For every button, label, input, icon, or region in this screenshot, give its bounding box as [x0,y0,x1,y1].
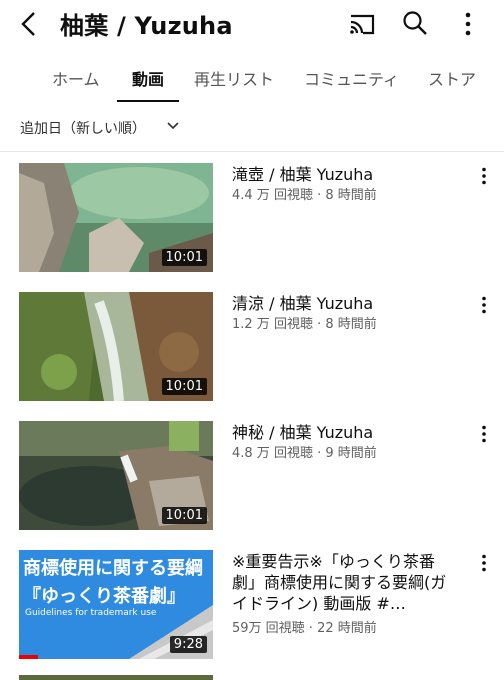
watch-progress-bar [19,655,39,659]
video-duration: 9:28 [169,636,207,653]
video-duration: 10:01 [161,507,207,524]
sort-dropdown[interactable]: 追加日（新しい順） [20,118,146,138]
video-item[interactable]: 10:01 清涼 / 柚葉 Yuzuha 1.2 万 回視聴 · 8 時間前 [0,292,504,402]
video-item[interactable]: 商標使用に関する要綱 『ゆっくり茶番劇』 Guidelines for trad… [0,550,504,680]
thumbnail-text: 商標使用に関する要綱 [23,558,203,579]
more-vert-icon[interactable] [480,296,488,314]
video-thumbnail[interactable] [19,675,213,680]
more-vert-icon[interactable] [462,12,474,36]
video-item[interactable]: 10:01 滝壺 / 柚葉 Yuzuha 4.4 万 回視聴 · 8 時間前 [0,163,504,273]
video-duration: 10:01 [161,378,207,395]
video-title[interactable]: ※重要告示※「ゆっくり茶番劇」商標使用に関する要綱(ガイドライン) 動画版 #… [232,551,458,614]
tab-videos[interactable]: 動画 [132,66,164,90]
more-vert-icon[interactable] [480,167,488,185]
tab-home[interactable]: ホーム [52,66,100,90]
video-meta: 59万 回視聴 · 22 時間前 [232,621,377,636]
chevron-down-icon[interactable] [166,121,180,131]
video-title[interactable]: 清涼 / 柚葉 Yuzuha [232,293,458,314]
cast-icon[interactable] [348,12,376,36]
divider [0,151,504,152]
video-thumbnail[interactable]: 10:01 [19,163,213,272]
search-icon[interactable] [402,10,428,36]
video-meta: 4.4 万 回視聴 · 8 時間前 [232,188,377,203]
video-thumbnail[interactable]: 商標使用に関する要綱 『ゆっくり茶番劇』 Guidelines for trad… [19,550,213,659]
channel-tabs: ホーム 動画 再生リスト コミュニティ ストア [0,52,504,102]
tab-playlists[interactable]: 再生リスト [194,66,274,90]
video-title[interactable]: 神秘 / 柚葉 Yuzuha [232,422,458,443]
tab-store[interactable]: ストア [428,66,476,90]
channel-title: 柚葉 / Yuzuha [60,12,233,40]
more-vert-icon[interactable] [480,425,488,443]
video-title[interactable]: 滝壺 / 柚葉 Yuzuha [232,164,458,185]
video-thumbnail[interactable]: 10:01 [19,421,213,530]
video-duration: 10:01 [161,249,207,266]
video-item[interactable]: 10:01 神秘 / 柚葉 Yuzuha 4.8 万 回視聴 · 9 時間前 [0,421,504,531]
top-app-bar: 柚葉 / Yuzuha [0,0,504,50]
video-meta: 4.8 万 回視聴 · 9 時間前 [232,446,377,461]
video-meta: 1.2 万 回視聴 · 8 時間前 [232,317,377,332]
back-arrow-icon[interactable] [16,10,44,38]
tab-community[interactable]: コミュニティ [304,66,399,90]
thumbnail-text: 『ゆっくり茶番劇』 [23,586,185,607]
more-vert-icon[interactable] [480,554,488,572]
active-tab-indicator [117,100,179,102]
video-thumbnail[interactable]: 10:01 [19,292,213,401]
thumbnail-text: Guidelines for trademark use [25,608,157,618]
